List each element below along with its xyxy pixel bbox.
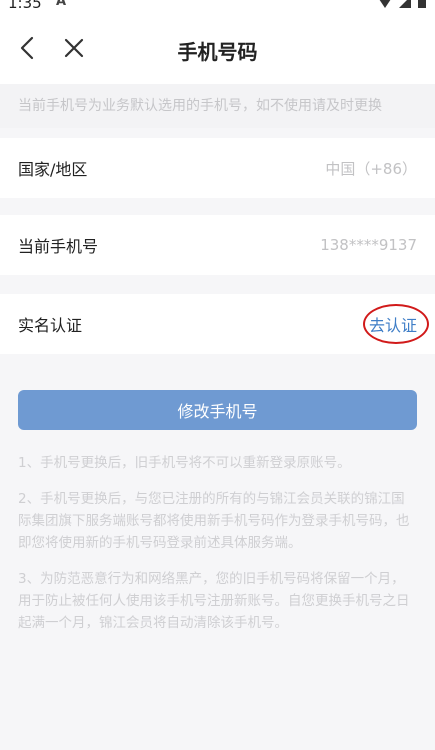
header: 手机号码: [0, 14, 435, 84]
close-button[interactable]: [60, 34, 88, 62]
status-icons: [377, 0, 427, 8]
verify-link[interactable]: 去认证: [369, 312, 417, 336]
notes: 1、手机号更换后，旧手机号将不可以重新登录原账号。 2、手机号更换后，与您已注册…: [18, 452, 418, 648]
status-time: 1:35: [8, 0, 42, 12]
wifi-icon: [379, 0, 391, 8]
current-phone-value: 138****9137: [320, 236, 417, 254]
note-3: 3、为防范恶意行为和网络黑产，您的旧手机号码将保留一个月，用于防止被任何人使用该…: [18, 571, 410, 631]
battery-icon: [418, 0, 426, 8]
back-button[interactable]: [14, 34, 42, 62]
note-1: 1、手机号更换后，旧手机号将不可以重新登录原账号。: [18, 455, 351, 471]
signal-icon: [399, 0, 411, 8]
notice-text: 当前手机号为业务默认选用的手机号，如不使用请及时更换: [0, 84, 435, 128]
current-phone-label: 当前手机号: [18, 237, 99, 256]
row-real-name-verification: 实名认证 去认证: [0, 294, 435, 354]
row-current-phone: 当前手机号 138****9137: [0, 215, 435, 275]
real-name-verification-label: 实名认证: [18, 316, 83, 335]
country-region-label: 国家/地区: [18, 160, 88, 179]
row-country-region[interactable]: 国家/地区 中国（+86）: [0, 138, 435, 198]
note-2: 2、手机号更换后，与您已注册的所有的与锦江会员关联的锦江国际集团旗下服务端账号都…: [18, 491, 410, 551]
close-icon: [64, 38, 84, 58]
notification-icon: A: [56, 0, 67, 9]
chevron-left-icon: [20, 36, 34, 60]
status-bar: 1:35 A: [0, 0, 435, 14]
change-phone-button[interactable]: 修改手机号: [18, 390, 417, 430]
country-region-value: 中国（+86）: [325, 159, 417, 178]
